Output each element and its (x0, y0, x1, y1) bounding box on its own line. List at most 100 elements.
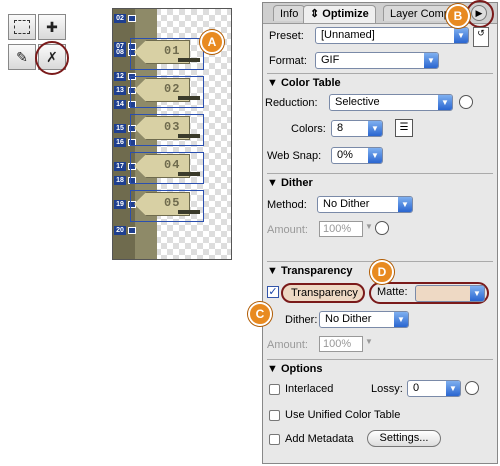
callout-d: D (370, 260, 394, 284)
slice-button-label: 01 (164, 44, 181, 58)
matte-label: Matte: (377, 286, 408, 298)
slice-button-bar (178, 96, 200, 100)
callout-a: A (200, 30, 224, 54)
add-metadata-label: Add Metadata (285, 433, 354, 445)
chevron-down-icon: ▼ (470, 286, 484, 301)
chevron-down-icon: ▼ (438, 95, 452, 110)
slice-number: 20 (114, 225, 126, 235)
preset-label: Preset: (269, 30, 304, 42)
color-table-title: Color Table (280, 77, 341, 89)
slice-button-label: 03 (164, 120, 181, 134)
reduction-value: Selective (335, 96, 380, 108)
color-table-icon[interactable]: ☰ (395, 119, 413, 137)
slice-number: 02 (114, 13, 126, 23)
transparency-amount-arrow-icon[interactable]: ▼ (365, 337, 373, 346)
interlaced-checkbox[interactable] (269, 384, 280, 395)
slice-button-bar (178, 172, 200, 176)
divider (267, 173, 493, 174)
transparency-amount-label: Amount: (267, 339, 308, 351)
transparency-label-box[interactable]: Transparency (281, 283, 365, 303)
chevron-down-icon: ▼ (398, 197, 412, 212)
matte-dropdown[interactable]: ▼ (415, 285, 485, 302)
chevron-down-icon: ▼ (446, 381, 460, 396)
link-icon[interactable]: ↺ (473, 27, 489, 47)
chevron-down-icon: ▼ (454, 28, 468, 43)
transparency-checkbox[interactable]: ✓ (267, 286, 279, 298)
highlight-ring-slice-select (35, 41, 69, 75)
slice-row[interactable]: 02 (112, 12, 136, 24)
slice-number: 16 (114, 137, 126, 147)
lossy-label: Lossy: (371, 383, 403, 395)
marquee-icon (14, 20, 30, 34)
unified-color-table-label: Use Unified Color Table (285, 409, 401, 421)
slice-row[interactable]: 20 (112, 224, 136, 236)
slice-number: 13 (114, 85, 126, 95)
method-dropdown[interactable]: No Dither ▼ (317, 196, 413, 213)
slice-number: 17 (114, 161, 126, 171)
tab-optimize[interactable]: ⇕ Optimize (303, 5, 376, 23)
slice-link-icon (128, 14, 136, 22)
chevron-down-icon: ▼ (368, 148, 382, 163)
move-tool-button[interactable]: ✚ (38, 14, 66, 40)
dither-header[interactable]: ▼ Dither (267, 177, 313, 189)
websnap-label: Web Snap: (267, 150, 322, 162)
settings-button[interactable]: Settings... (367, 430, 441, 447)
divider (267, 73, 493, 74)
slice-button-bar (178, 210, 200, 214)
tab-info[interactable]: Info (273, 5, 306, 21)
dither-amount-label: Amount: (267, 224, 308, 236)
reduction-label: Reduction: (265, 97, 318, 109)
preset-value: [Unnamed] (321, 29, 375, 41)
reduction-dropdown[interactable]: Selective ▼ (329, 94, 453, 111)
preset-dropdown[interactable]: [Unnamed] ▼ (315, 27, 469, 44)
move-icon: ✚ (46, 18, 58, 35)
transparency-amount-field[interactable]: 100% (319, 336, 363, 352)
options-title: Options (280, 363, 323, 375)
transparency-checkbox-label: Transparency (291, 287, 358, 299)
transparency-title: Transparency (280, 265, 353, 277)
marquee-tool-button[interactable] (8, 14, 36, 40)
dither-amount-option-button[interactable] (375, 221, 389, 235)
slice-number: 18 (114, 175, 126, 185)
slice-icon: ✎ (16, 48, 28, 65)
chevron-down-icon: ▼ (368, 121, 382, 136)
unified-color-table-checkbox[interactable] (269, 410, 280, 421)
highlight-ring-menu (466, 0, 494, 28)
interlaced-label: Interlaced (285, 383, 334, 395)
callout-b: B (446, 4, 470, 28)
dither-title: Dither (280, 177, 313, 189)
slice-link-icon (128, 226, 136, 234)
colors-value: 8 (337, 122, 344, 134)
tab-optimize-label: Optimize (322, 8, 369, 20)
method-value: No Dither (323, 198, 370, 210)
slice-button-label: 04 (164, 158, 181, 172)
colors-label: Colors: (291, 123, 326, 135)
slice-number: 15 (114, 123, 126, 133)
colors-dropdown[interactable]: 8 ▼ (331, 120, 383, 137)
slice-button-label: 05 (164, 196, 181, 210)
dither-amount-field[interactable]: 100% (319, 221, 363, 237)
slice-number: 12 (114, 71, 126, 81)
lossy-option-button[interactable] (465, 381, 479, 395)
reduction-option-button[interactable] (459, 95, 473, 109)
format-dropdown[interactable]: GIF ▼ (315, 52, 439, 69)
method-label: Method: (267, 199, 307, 211)
transparency-dither-value: No Dither (325, 313, 372, 325)
websnap-value: 0% (337, 149, 353, 161)
color-table-header[interactable]: ▼ Color Table (267, 77, 341, 89)
divider (267, 359, 493, 360)
transparency-header[interactable]: ▼ Transparency (267, 265, 353, 277)
slice-tool-button[interactable]: ✎ (8, 44, 36, 70)
slice-number: 19 (114, 199, 126, 209)
transparency-dither-dropdown[interactable]: No Dither ▼ (319, 311, 409, 328)
dither-amount-arrow-icon[interactable]: ▼ (365, 222, 373, 231)
transparency-dither-label: Dither: (285, 314, 318, 326)
options-header[interactable]: ▼ Options (267, 363, 323, 375)
slice-button-bar (178, 134, 200, 138)
add-metadata-checkbox[interactable] (269, 434, 280, 445)
format-value: GIF (321, 54, 340, 66)
websnap-dropdown[interactable]: 0% ▼ (331, 147, 383, 164)
lossy-dropdown[interactable]: 0 ▼ (407, 380, 461, 397)
lossy-value: 0 (413, 382, 420, 394)
tab-arrows-icon: ⇕ (310, 8, 323, 20)
